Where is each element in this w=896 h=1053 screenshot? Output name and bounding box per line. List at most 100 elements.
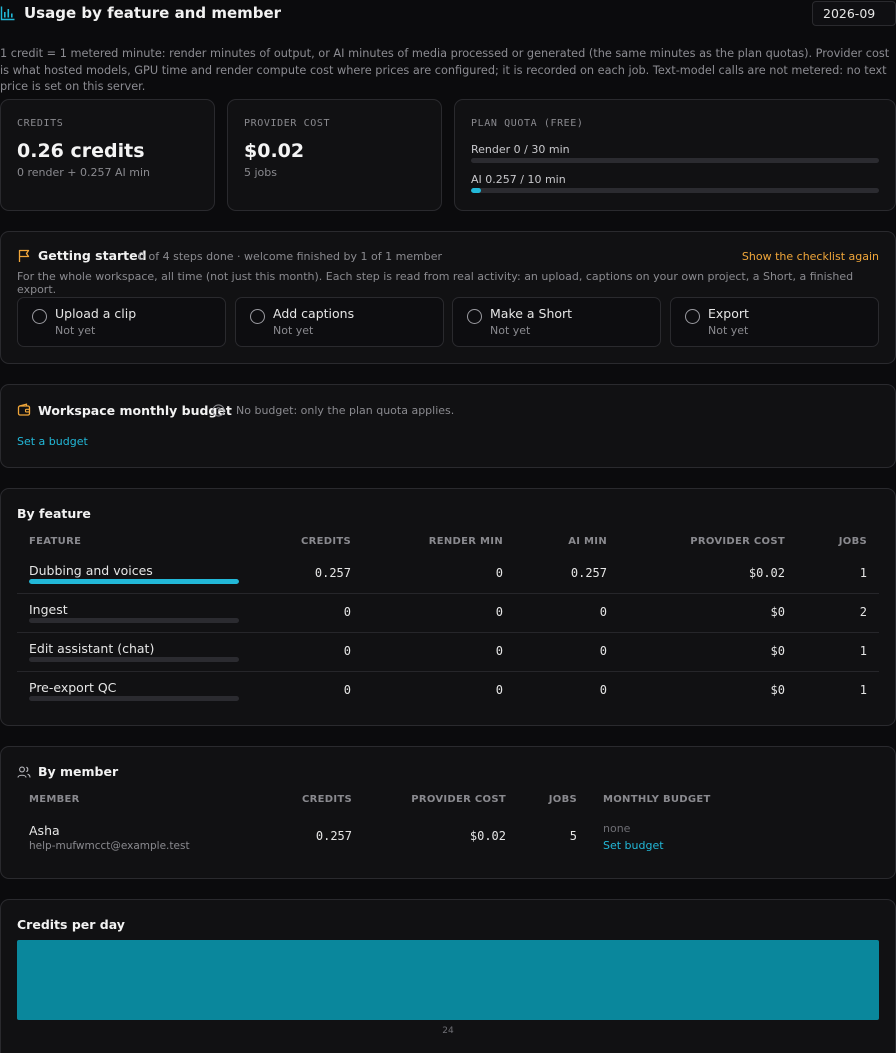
feature-name: Dubbing and voices	[29, 563, 153, 578]
render-quota-label: Render 0 / 30 min	[471, 143, 570, 156]
getting-started-description: For the whole workspace, all time (not j…	[17, 270, 854, 296]
feature-render-min: 0	[495, 683, 503, 697]
col-credits: CREDITS	[300, 536, 351, 547]
bar-chart-icon	[0, 6, 15, 21]
feature-credits: 0	[343, 605, 351, 619]
feature-ai-min: 0	[599, 644, 607, 658]
users-icon	[17, 766, 31, 778]
step-status: Not yet	[708, 324, 749, 337]
feature-name: Edit assistant (chat)	[29, 641, 155, 656]
col-feature: FEATURE	[29, 536, 82, 547]
credits-breakdown: 0 render + 0.257 AI min	[17, 166, 150, 179]
provider-cost-jobs: 5 jobs	[244, 166, 277, 179]
plan-quota-caption: PLAN QUOTA (FREE)	[471, 118, 584, 129]
col-member: MEMBER	[29, 794, 80, 805]
step-status-radio	[32, 309, 47, 324]
render-quota-bar	[471, 158, 879, 163]
feature-credits: 0	[343, 683, 351, 697]
member-provider-cost: $0.02	[469, 829, 506, 843]
credits-card: CREDITS 0.26 credits 0 render + 0.257 AI…	[0, 99, 215, 211]
show-checklist-link[interactable]: Show the checklist again	[742, 250, 879, 263]
feature-credits: 0	[343, 644, 351, 658]
member-credits: 0.257	[315, 829, 352, 843]
feature-name: Ingest	[29, 602, 68, 617]
provider-cost-value: $0.02	[244, 140, 305, 162]
step-export[interactable]: Export Not yet	[670, 297, 879, 347]
row-divider	[17, 671, 879, 672]
set-budget-link[interactable]: Set a budget	[17, 435, 88, 448]
feature-render-min: 0	[495, 644, 503, 658]
col-ai-min: AI MIN	[568, 536, 607, 547]
feature-ai-min: 0	[599, 605, 607, 619]
step-status-radio	[467, 309, 482, 324]
page-header: Usage by feature and member 2026-09	[0, 0, 896, 30]
intro-text: 1 credit = 1 metered minute: render minu…	[0, 47, 890, 93]
member-budget-value: none	[603, 822, 631, 835]
credits-per-day-card: Credits per day 24	[0, 899, 896, 1053]
wallet-icon	[17, 403, 31, 416]
step-make-short[interactable]: Make a Short Not yet	[452, 297, 661, 347]
feature-share-bar	[29, 618, 239, 623]
step-status: Not yet	[490, 324, 531, 337]
feature-ai-min: 0.257	[570, 566, 607, 580]
by-member-title: By member	[38, 764, 119, 779]
member-email: help-mufwmcct@example.test	[29, 840, 190, 852]
step-label: Make a Short	[490, 306, 573, 321]
row-divider	[17, 593, 879, 594]
day-tick-label: 24	[442, 1026, 454, 1036]
getting-started-card: Getting started 0 of 4 steps done · welc…	[0, 231, 896, 364]
help-icon[interactable]	[212, 404, 225, 417]
row-divider	[17, 632, 879, 633]
budget-note: No budget: only the plan quota applies.	[236, 404, 455, 417]
col-provider-cost: PROVIDER COST	[411, 794, 506, 805]
step-label: Upload a clip	[55, 306, 137, 321]
col-credits: CREDITS	[301, 794, 352, 805]
ai-quota-label: AI 0.257 / 10 min	[471, 173, 566, 186]
col-jobs: JOBS	[548, 794, 577, 805]
credits-value: 0.26 credits	[17, 140, 145, 162]
member-jobs: 5	[569, 829, 577, 843]
step-label: Export	[708, 306, 749, 321]
feature-share-bar	[29, 657, 239, 662]
ai-quota-fill	[471, 188, 482, 193]
by-feature-card: By feature FEATURE CREDITS RENDER MIN AI…	[0, 488, 896, 726]
feature-credits: 0.257	[314, 566, 351, 580]
step-upload-clip[interactable]: Upload a clip Not yet	[17, 297, 226, 347]
feature-share-bar	[29, 696, 239, 701]
month-select[interactable]: 2026-09	[812, 1, 896, 26]
feature-share-bar	[29, 579, 239, 584]
step-add-captions[interactable]: Add captions Not yet	[235, 297, 444, 347]
feature-provider-cost: $0.02	[748, 566, 785, 580]
col-monthly-budget: MONTHLY BUDGET	[603, 794, 711, 805]
by-member-card: By member MEMBER CREDITS PROVIDER COST J…	[0, 746, 896, 879]
page-title: Usage by feature and member	[24, 4, 282, 22]
getting-started-progress: 0 of 4 steps done · welcome finished by …	[138, 250, 443, 263]
feature-jobs: 1	[859, 683, 867, 697]
col-jobs: JOBS	[838, 536, 867, 547]
feature-provider-cost: $0	[770, 605, 785, 619]
budget-title: Workspace monthly budget	[38, 403, 232, 418]
provider-cost-card: PROVIDER COST $0.02 5 jobs	[227, 99, 442, 211]
feature-ai-min: 0	[599, 683, 607, 697]
credits-caption: CREDITS	[17, 118, 64, 129]
feature-jobs: 1	[859, 644, 867, 658]
member-set-budget-link[interactable]: Set budget	[603, 839, 664, 852]
credits-per-day-chart: 24	[17, 940, 879, 1036]
feature-jobs: 2	[859, 605, 867, 619]
getting-started-title: Getting started	[38, 248, 147, 263]
flag-icon	[18, 249, 30, 262]
provider-cost-caption: PROVIDER COST	[244, 118, 331, 129]
plan-quota-card: PLAN QUOTA (FREE) Render 0 / 30 min AI 0…	[454, 99, 896, 211]
feature-jobs: 1	[859, 566, 867, 580]
feature-provider-cost: $0	[770, 644, 785, 658]
col-provider-cost: PROVIDER COST	[690, 536, 785, 547]
by-feature-title: By feature	[17, 506, 91, 521]
ai-quota-bar	[471, 188, 879, 193]
feature-name: Pre-export QC	[29, 680, 117, 695]
feature-render-min: 0	[495, 605, 503, 619]
feature-provider-cost: $0	[770, 683, 785, 697]
feature-render-min: 0	[495, 566, 503, 580]
member-name: Asha	[29, 823, 60, 838]
step-label: Add captions	[273, 306, 355, 321]
step-status-radio	[685, 309, 700, 324]
